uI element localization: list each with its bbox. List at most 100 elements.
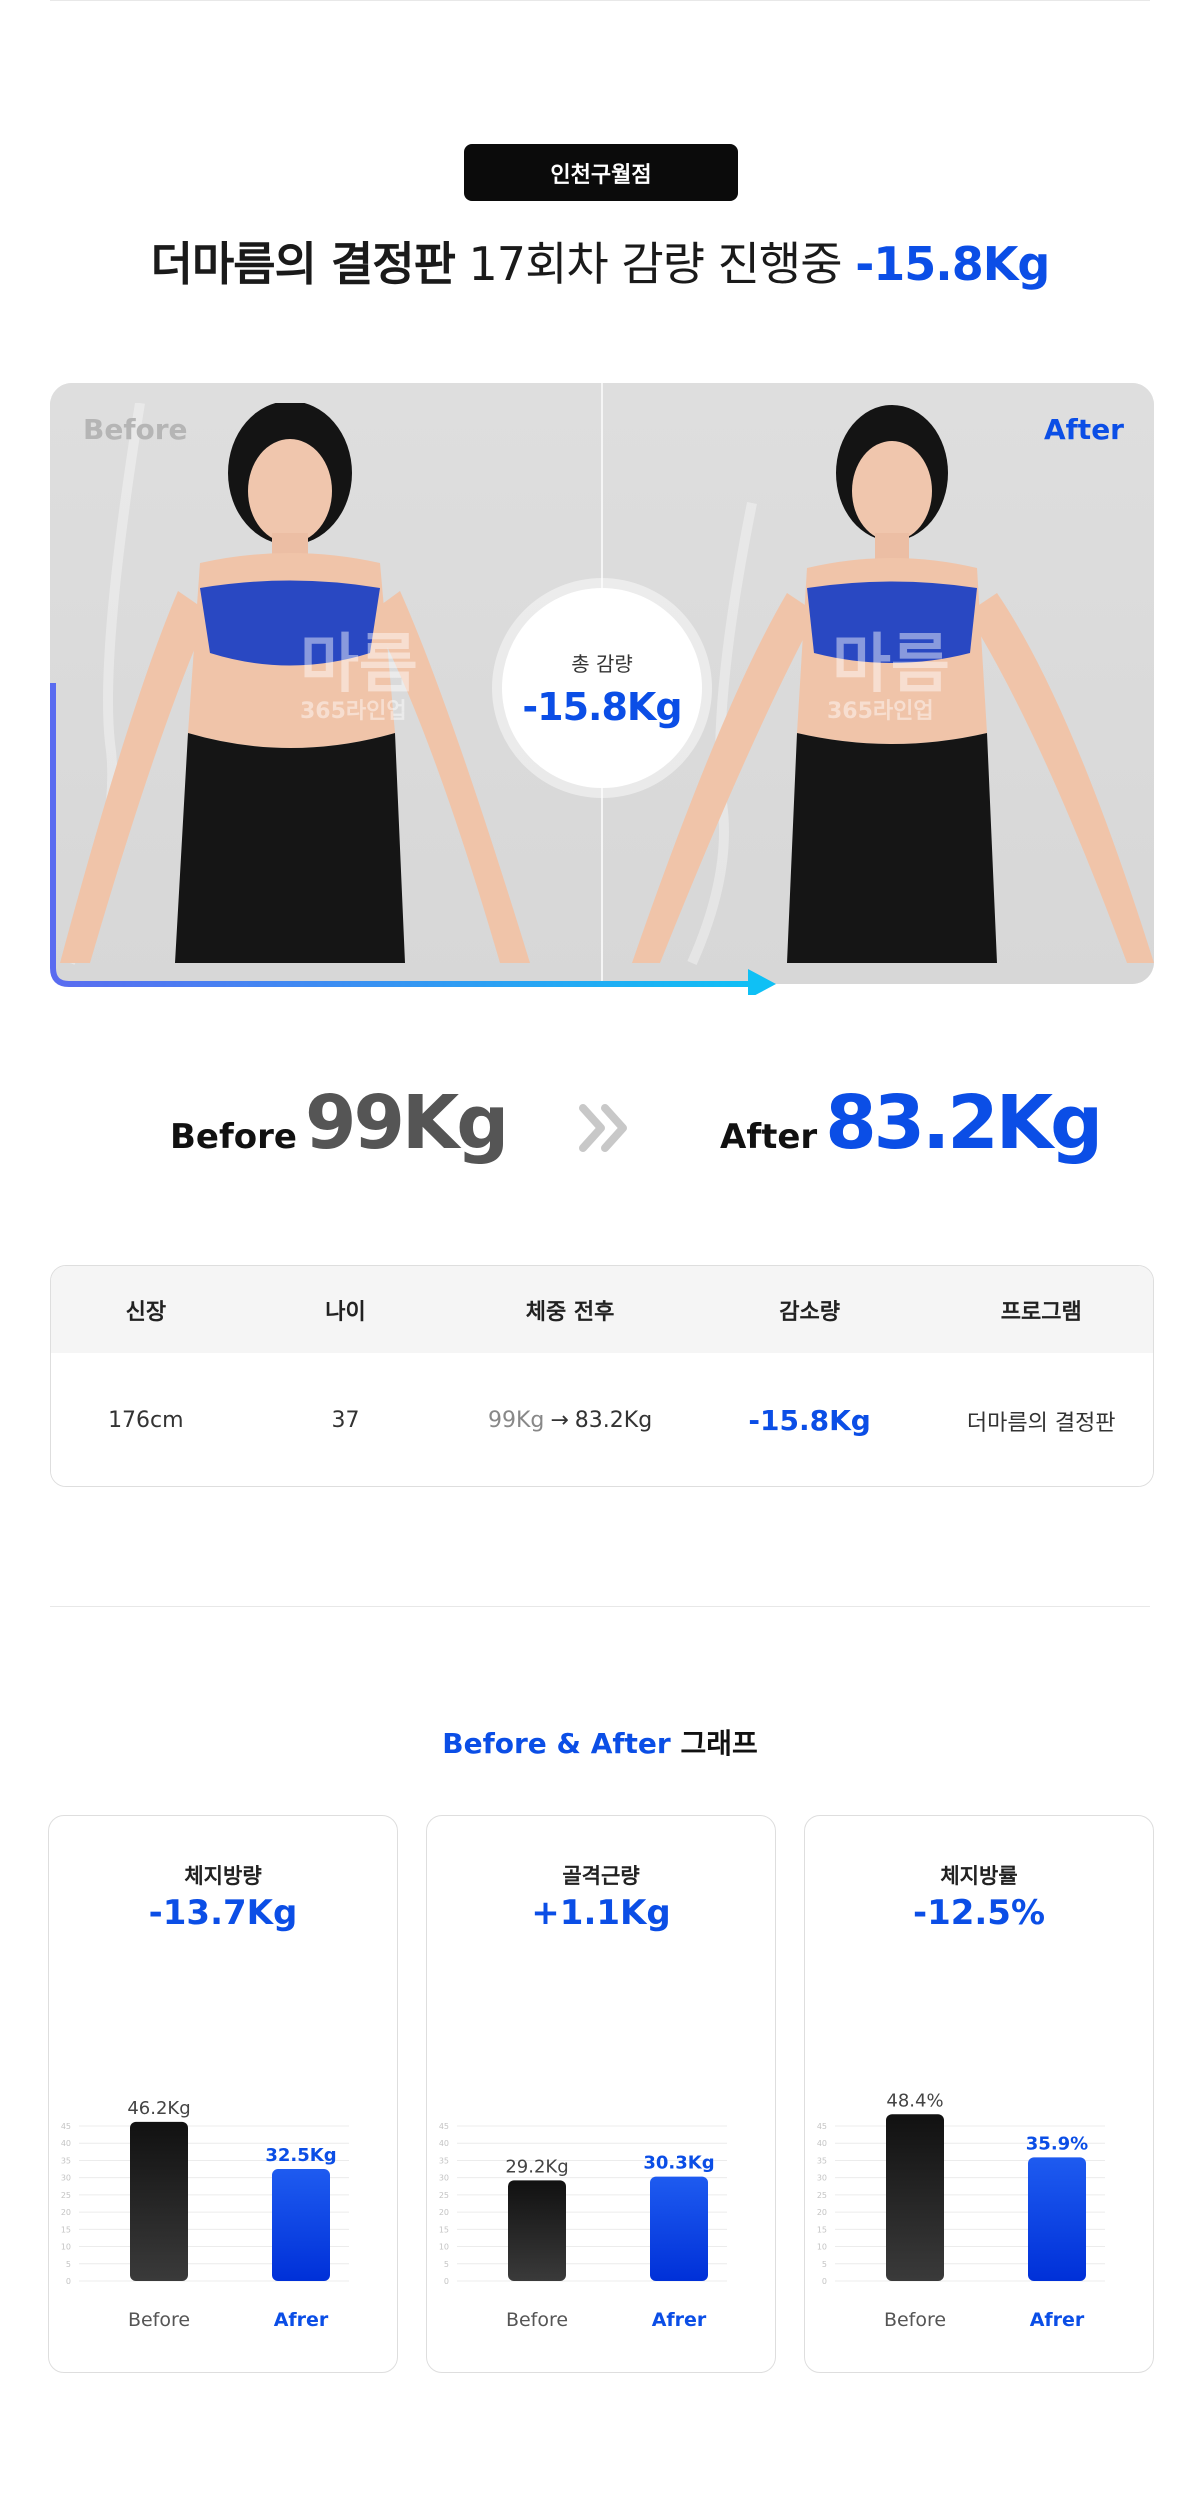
after-bar <box>650 2176 708 2281</box>
total-loss-circle: 총 감량 -15.8Kg <box>502 588 702 788</box>
bar-value-label: 48.4% <box>886 2090 943 2111</box>
y-tick-label: 25 <box>61 2191 71 2200</box>
cell-weight-before: 99Kg <box>487 1408 545 1433</box>
graph-section-title: Before & After 그래프 <box>0 1722 1200 1762</box>
arrow-right-icon: → <box>550 1408 569 1433</box>
graph-title-blue: Before & After <box>442 1727 671 1760</box>
x-category-label: Before <box>506 2309 568 2331</box>
weight-after-value: 83.2Kg <box>825 1080 1103 1166</box>
chart-card-skeletal-muscle: 골격근량 +1.1Kg 0 5 10 15 20 25 30 35 40 45 29.2Kg Befo… <box>426 1815 776 2373</box>
y-tick-label: 45 <box>439 2122 449 2131</box>
watermark-sub: 365라인업 <box>300 699 407 724</box>
before-after-photo: 마름 365라인업 Before 마름 365라인업 After 총 감량 -1… <box>50 383 1154 984</box>
header-weight-change: 체중 전후 <box>525 1299 615 1325</box>
after-bar <box>272 2169 330 2281</box>
y-tick-label: 0 <box>66 2277 71 2286</box>
x-category-label: Afrer <box>274 2309 329 2331</box>
headline-loss: -15.8Kg <box>855 237 1050 291</box>
y-tick-label: 30 <box>61 2174 71 2183</box>
chart-title: 체지방률 <box>940 1864 1018 1888</box>
after-bar <box>1028 2157 1086 2281</box>
y-tick-label: 30 <box>817 2174 827 2183</box>
cell-age: 37 <box>331 1408 360 1433</box>
bar-value-label: 46.2Kg <box>127 2098 190 2119</box>
info-table-header: 신장 나이 체중 전후 감소량 프로그램 <box>51 1266 1153 1353</box>
header-reduction: 감소량 <box>779 1299 840 1325</box>
y-tick-label: 45 <box>817 2122 827 2131</box>
chart-card-body-fat-rate: 체지방률 -12.5% 0 5 10 15 20 25 30 35 40 45 48.4% Befor… <box>804 1815 1154 2373</box>
y-tick-label: 30 <box>439 2174 449 2183</box>
chart-title: 체지방량 <box>184 1864 262 1888</box>
before-bar <box>130 2121 188 2281</box>
headline-session: 17회차 감량 진행중 <box>468 237 843 291</box>
y-tick-label: 35 <box>817 2156 827 2165</box>
cell-height: 176cm <box>108 1408 184 1433</box>
y-tick-label: 15 <box>61 2225 71 2234</box>
chart-title: 골격근량 <box>562 1864 640 1888</box>
section-divider <box>50 1606 1150 1607</box>
chart-change: -13.7Kg <box>148 1893 298 1933</box>
headline: 더마름의 결정판 17회차 감량 진행중 -15.8Kg <box>0 228 1200 294</box>
before-label: Before <box>83 413 188 446</box>
y-tick-label: 0 <box>444 2277 449 2286</box>
y-tick-label: 40 <box>61 2139 71 2148</box>
x-category-label: Afrer <box>1030 2309 1085 2331</box>
weight-before-value: 99Kg <box>304 1080 509 1166</box>
info-table: 신장 나이 체중 전후 감소량 프로그램 176cm 37 99Kg → 83.… <box>50 1265 1154 1487</box>
bar-value-label: 30.3Kg <box>643 2153 714 2174</box>
double-chevron-right-icon <box>579 1104 627 1152</box>
weight-after: After 83.2Kg <box>720 1080 1103 1166</box>
cell-weight-change: 99Kg → 83.2Kg <box>450 1353 690 1486</box>
y-tick-label: 20 <box>61 2208 71 2217</box>
y-tick-label: 15 <box>817 2225 827 2234</box>
watermark-sub-after: 365라인업 <box>827 699 934 724</box>
y-tick-label: 0 <box>822 2277 827 2286</box>
y-tick-label: 40 <box>439 2139 449 2148</box>
y-tick-label: 40 <box>817 2139 827 2148</box>
y-tick-label: 20 <box>439 2208 449 2217</box>
chart-card-body-fat-mass: 체지방량 -13.7Kg 0 5 10 15 20 25 30 35 40 45 46.2Kg Bef… <box>48 1815 398 2373</box>
x-category-label: Before <box>884 2309 946 2331</box>
x-category-label: Before <box>128 2309 190 2331</box>
header-age: 나이 <box>325 1299 366 1325</box>
y-tick-label: 5 <box>66 2260 71 2269</box>
y-tick-label: 45 <box>61 2122 71 2131</box>
y-tick-label: 35 <box>61 2156 71 2165</box>
branch-badge: 인천구월점 <box>464 144 738 201</box>
bar-chart-body-fat-rate: 0 5 10 15 20 25 30 35 40 45 48.4% Before 35.9% Afrer <box>817 2090 1105 2331</box>
cell-program: 더마름의 결정판 <box>966 1410 1116 1436</box>
y-tick-label: 20 <box>817 2208 827 2217</box>
y-tick-label: 25 <box>817 2191 827 2200</box>
y-tick-label: 5 <box>822 2260 827 2269</box>
bar-value-label: 35.9% <box>1026 2133 1088 2154</box>
table-row: 176cm 37 99Kg → 83.2Kg -15.8Kg 더마름의 결정판 <box>51 1353 1153 1486</box>
total-loss-value: -15.8Kg <box>522 684 682 729</box>
weight-comparison: Before 99Kg After 83.2Kg <box>0 1080 1200 1180</box>
before-bar <box>508 2180 566 2281</box>
graph-title-dark: 그래프 <box>680 1727 758 1760</box>
weight-before-tag: Before <box>170 1117 297 1157</box>
watermark-main-after: 마름 <box>832 628 950 702</box>
y-tick-label: 15 <box>439 2225 449 2234</box>
y-tick-label: 5 <box>444 2260 449 2269</box>
y-tick-label: 35 <box>439 2156 449 2165</box>
top-divider <box>50 0 1150 1</box>
y-tick-label: 10 <box>61 2243 71 2252</box>
after-label: After <box>1043 413 1124 446</box>
chart-change: -12.5% <box>912 1893 1046 1933</box>
y-tick-label: 10 <box>439 2243 449 2252</box>
bar-chart-skeletal-muscle: 0 5 10 15 20 25 30 35 40 45 29.2Kg Before 30.3Kg Afre… <box>439 2122 727 2331</box>
cell-reduction: -15.8Kg <box>690 1353 930 1486</box>
header-height: 신장 <box>125 1299 167 1325</box>
cell-reduction-value: -15.8Kg <box>748 1404 871 1437</box>
total-loss-label: 총 감량 <box>571 651 633 676</box>
x-category-label: Afrer <box>652 2309 707 2331</box>
headline-program: 더마름의 결정판 <box>150 237 456 291</box>
chart-change: +1.1Kg <box>531 1893 671 1933</box>
watermark-main: 마름 <box>300 628 418 702</box>
bar-chart-body-fat-mass: 0 5 10 15 20 25 30 35 40 45 46.2Kg Before 32.5Kg Afre… <box>61 2098 349 2331</box>
weight-after-tag: After <box>720 1117 818 1157</box>
bar-value-label: 32.5Kg <box>265 2145 336 2166</box>
header-program: 프로그램 <box>1000 1299 1082 1325</box>
y-tick-label: 25 <box>439 2191 449 2200</box>
